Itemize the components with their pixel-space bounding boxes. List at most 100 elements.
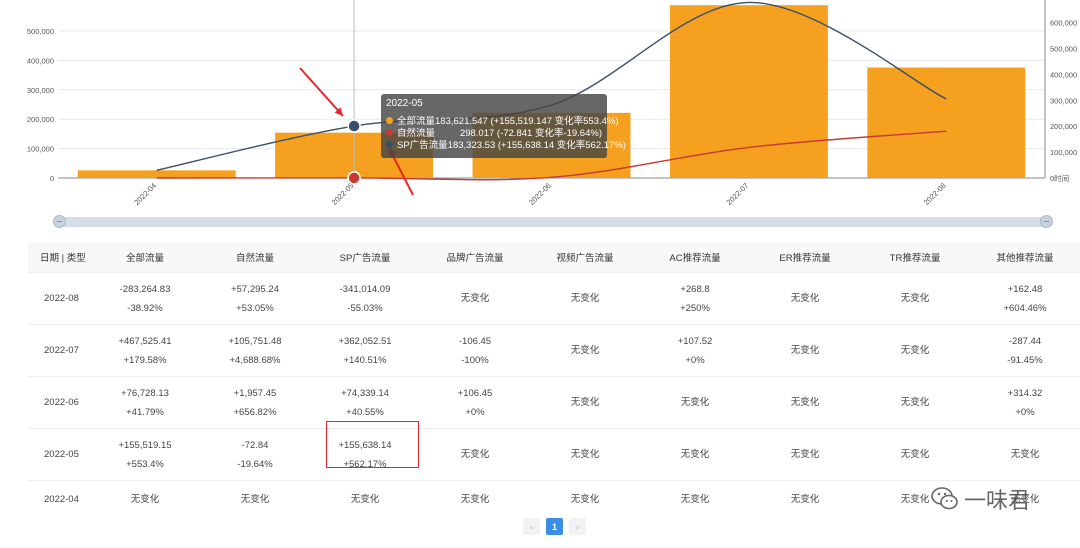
cell-value: +1,957.45 — [233, 387, 277, 399]
cell-value: +106.45 — [457, 387, 493, 399]
cell-value: 无变化 — [900, 449, 930, 460]
cell-value: 无变化 — [790, 494, 820, 505]
table-cell: +314.32 +0% — [970, 376, 1080, 429]
cell-value: 无变化 — [570, 293, 600, 304]
cell-value: +162.48 — [1007, 283, 1043, 295]
table-cell: 无变化 — [750, 324, 860, 377]
table-header-row: 日期 | 类型 全部流量 自然流量 SP广告流量 品牌广告流量 视频广告流量 AC推荐流量 E… — [28, 242, 1080, 273]
wechat-icon — [931, 487, 958, 510]
cell-percent: +4,688.68% — [229, 354, 281, 366]
cell-value: +74,339.14 — [341, 387, 389, 399]
table-header-cell: 品牌广告流量 — [420, 242, 530, 273]
bar — [669, 5, 828, 178]
tooltip-dot-natural — [386, 128, 393, 136]
table-cell-date: 2022-07 — [28, 324, 90, 377]
table-row: 2022-05 +155,519.15 +553.4% -72.84 -19.64% +1… — [28, 428, 1080, 481]
cell-value: +155,519.15 — [118, 439, 172, 451]
cell-value: -106.45 — [458, 335, 492, 347]
table-cell: +57,295.24 +53.05% — [200, 272, 310, 325]
table-cell: 无变化 — [640, 376, 750, 429]
tooltip-dot-total — [386, 116, 393, 124]
table-cell-date: 2022-04 — [28, 480, 90, 518]
table-cell-date: 2022-06 — [28, 376, 90, 429]
table-cell: -106.45 -100% — [420, 324, 530, 377]
cell-value: 无变化 — [460, 449, 490, 460]
cell-value: -287.44 — [1008, 335, 1042, 347]
y-tick-label-left: 300,000 — [27, 86, 54, 95]
data-zoom-slider[interactable] — [53, 214, 1053, 232]
highlight-annotation-box — [326, 421, 419, 468]
y-tick-label-left: 500,000 — [27, 27, 54, 36]
cell-value: 无变化 — [130, 494, 160, 505]
table-header-cell: ER推荐流量 — [750, 242, 860, 273]
cell-percent: +250% — [680, 302, 710, 314]
cell-value: 无变化 — [900, 293, 930, 304]
table-cell: 无变化 — [750, 272, 860, 325]
traffic-change-table: 日期 | 类型 全部流量 自然流量 SP广告流量 品牌广告流量 视频广告流量 AC推荐流量 E… — [28, 242, 1080, 518]
table-header-cell: 视频广告流量 — [530, 242, 640, 273]
table-cell: 无变化 — [530, 428, 640, 481]
table-cell: 无变化 — [530, 324, 640, 377]
prev-page-button[interactable]: ‹ — [523, 518, 540, 535]
table-cell: +107.52 +0% — [640, 324, 750, 377]
x-tick-label: 2022-08 — [922, 181, 948, 207]
next-page-button[interactable]: › — [569, 518, 586, 535]
cell-value: 无变化 — [570, 345, 600, 356]
tooltip-row-sp: SP广告流量 183,323.53 (+155,638.14 变化率562.17… — [386, 138, 626, 151]
slider-handle-left[interactable] — [53, 215, 66, 228]
cell-percent: -91.45% — [1007, 354, 1043, 366]
pagination: ‹ 1 › — [523, 518, 586, 535]
table-cell: 无变化 — [860, 324, 970, 377]
table-cell: +1,957.45 +656.82% — [200, 376, 310, 429]
cell-value: -283,264.83 — [119, 283, 171, 295]
cell-value: +467,525.41 — [118, 335, 172, 347]
table-cell: -283,264.83 -38.92% — [90, 272, 200, 325]
table-header-cell: TR推荐流量 — [860, 242, 970, 273]
cell-value: 无变化 — [460, 494, 490, 505]
y-tick-label-left: 0 — [50, 174, 54, 183]
cell-value: 无变化 — [680, 494, 710, 505]
table-cell: 无变化 — [860, 428, 970, 481]
cell-value: 无变化 — [350, 494, 380, 505]
cell-percent: +0% — [1015, 406, 1035, 418]
table-cell: +155,519.15 +553.4% — [90, 428, 200, 481]
cell-percent: +0% — [465, 406, 485, 418]
watermark-text: 一味君 — [964, 488, 1031, 513]
table-header-cell: SP广告流量 — [310, 242, 420, 273]
table-cell: 无变化 — [530, 376, 640, 429]
y-tick-label-right: 400,000 — [1050, 70, 1077, 79]
table-cell: 无变化 — [970, 428, 1080, 481]
x-tick-label: 2022-06 — [527, 181, 553, 207]
cell-value: 无变化 — [570, 449, 600, 460]
table-cell: 无变化 — [860, 376, 970, 429]
cell-value: 无变化 — [570, 397, 600, 408]
table-cell: 无变化 — [860, 272, 970, 325]
slider-handle-right[interactable] — [1040, 215, 1053, 228]
table-cell: 无变化 — [640, 428, 750, 481]
cell-percent: +140.51% — [343, 354, 387, 366]
table-cell: 无变化 — [420, 272, 530, 325]
page-1-button[interactable]: 1 — [546, 518, 563, 535]
table-cell-date: 2022-08 — [28, 272, 90, 325]
y-tick-label-right: 0时间 — [1050, 173, 1069, 183]
cell-percent: -19.64% — [237, 458, 273, 470]
table-cell: 无变化 — [420, 480, 530, 518]
table-cell: +268.8 +250% — [640, 272, 750, 325]
cell-value: 无变化 — [790, 449, 820, 460]
cell-percent: +40.55% — [346, 406, 384, 418]
table-cell: +76,728.13 +41.79% — [90, 376, 200, 429]
cell-value: 无变化 — [790, 293, 820, 304]
table-header-cell: 全部流量 — [90, 242, 200, 273]
slider-track[interactable] — [57, 217, 1049, 227]
cell-value: +57,295.24 — [231, 283, 279, 295]
cell-value: 无变化 — [900, 397, 930, 408]
table-header-cell: 其他推荐流量 — [970, 242, 1080, 273]
cell-percent: +41.79% — [126, 406, 164, 418]
traffic-chart: 0 100,000 200,000 300,000 400,000 500,000 0时间 1… — [0, 0, 1080, 210]
cell-value: -72.84 — [241, 439, 269, 451]
tooltip-value: 183,323.53 (+155,638.14 变化率562.17%) — [447, 140, 626, 151]
cell-value: +105,751.48 — [228, 335, 282, 347]
y-tick-label-left: 100,000 — [27, 145, 54, 154]
chart-tooltip: 2022-05 全部流量 183,621.547 (+155,519.147 变… — [381, 94, 626, 158]
cell-value: +362,052.51 — [338, 335, 392, 347]
